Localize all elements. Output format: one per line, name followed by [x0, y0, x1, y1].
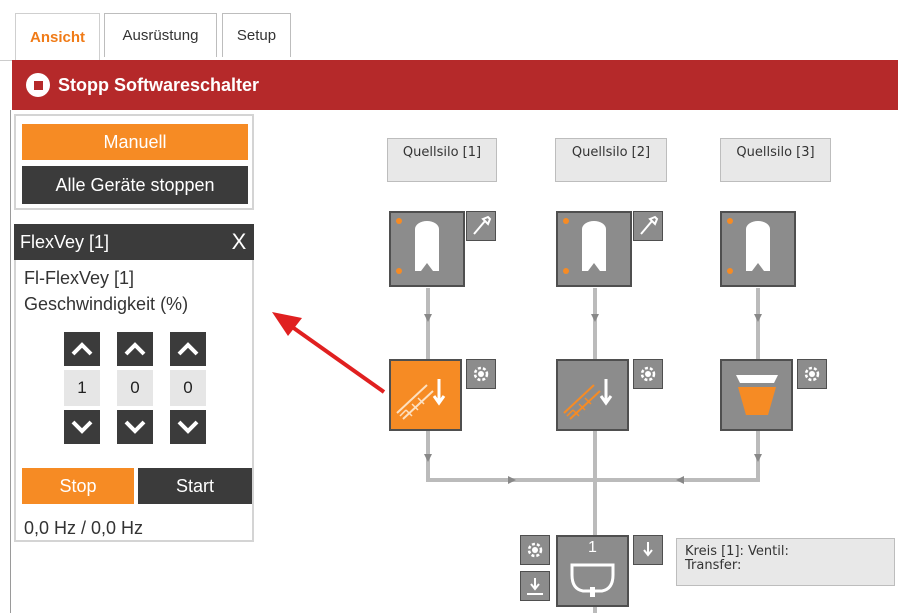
receiver-valve[interactable] — [633, 535, 663, 565]
silo-icon — [727, 218, 770, 274]
receiver-discharge[interactable] — [520, 571, 550, 601]
close-button[interactable]: X — [224, 224, 254, 260]
panel-title: FlexVey [1] — [20, 232, 110, 252]
down-arrow-icon — [643, 542, 653, 557]
chevron-up-icon — [71, 342, 93, 356]
receiver-1[interactable]: 1 — [556, 535, 629, 607]
silo-icon — [396, 218, 439, 274]
tab-ansicht[interactable]: Ansicht — [15, 13, 100, 60]
flexvey-2-settings[interactable] — [633, 359, 663, 389]
gear-icon — [473, 366, 489, 382]
pointer-arrow — [272, 312, 386, 394]
hopper-3[interactable] — [720, 359, 793, 431]
tab-setup[interactable]: Setup — [222, 13, 291, 57]
silo-label-1: Quellsilo [1] — [387, 138, 497, 182]
silo-label-3: Quellsilo [3] — [720, 138, 831, 182]
flexvey-conveyor-icon — [396, 379, 446, 420]
chevron-up-icon — [124, 342, 146, 356]
silo-3[interactable] — [720, 211, 796, 287]
silo-2-wrench[interactable] — [633, 211, 663, 241]
digit-3: 0 — [170, 370, 206, 406]
stop-button[interactable]: Stop — [22, 468, 134, 504]
digit2-down-button[interactable] — [117, 410, 153, 444]
wrench-icon — [640, 215, 659, 235]
circuit-info-line1: Kreis [1]: Ventil: — [685, 544, 789, 559]
speed-label: Geschwindigkeit (%) — [24, 294, 189, 314]
silo-2[interactable] — [556, 211, 632, 287]
gear-icon — [804, 366, 820, 382]
circuit-info: Kreis [1]: Ventil: Transfer: — [676, 538, 895, 586]
hopper-icon — [736, 375, 778, 415]
start-button[interactable]: Start — [138, 468, 252, 504]
manual-button[interactable]: Manuell — [22, 124, 248, 160]
flexvey-1-settings[interactable] — [466, 359, 496, 389]
silo-label-2: Quellsilo [2] — [555, 138, 667, 182]
tab-ausruestung[interactable]: Ausrüstung — [104, 13, 217, 57]
device-name: Fl-FlexVey [1] — [24, 268, 135, 288]
silo-1-wrench[interactable] — [466, 211, 496, 241]
gear-icon — [640, 366, 656, 382]
digit-1: 1 — [64, 370, 100, 406]
hopper-3-settings[interactable] — [797, 359, 827, 389]
status-title: Stopp Softwareschalter — [58, 74, 260, 95]
silo-icon — [563, 218, 606, 274]
status-bar: Stopp Softwareschalter — [12, 60, 898, 110]
silo-1[interactable] — [389, 211, 465, 287]
digit3-up-button[interactable] — [170, 332, 206, 366]
frequency-readout: 0,0 Hz / 0,0 Hz — [24, 518, 144, 538]
chevron-down-icon — [124, 420, 146, 434]
gear-icon — [527, 542, 543, 558]
device-panel: Fl-FlexVey [1] Geschwindigkeit (%) 1 0 0… — [14, 260, 254, 542]
down-arrow-icon — [527, 578, 543, 595]
left-border — [10, 110, 11, 613]
chevron-up-icon — [177, 342, 199, 356]
flexvey-conveyor-icon — [563, 379, 613, 420]
circuit-info-line2: Transfer: — [685, 558, 742, 573]
receiver-icon — [570, 563, 615, 597]
digit2-up-button[interactable] — [117, 332, 153, 366]
stop-icon[interactable] — [26, 73, 50, 97]
panel-header: FlexVey [1] X — [14, 224, 254, 260]
digit3-down-button[interactable] — [170, 410, 206, 444]
chevron-down-icon — [177, 420, 199, 434]
digit1-down-button[interactable] — [64, 410, 100, 444]
flexvey-2[interactable] — [556, 359, 629, 431]
wrench-icon — [473, 215, 492, 235]
flexvey-1[interactable] — [389, 359, 462, 431]
stop-all-button[interactable]: Alle Geräte stoppen — [22, 166, 248, 204]
chevron-down-icon — [71, 420, 93, 434]
digit1-up-button[interactable] — [64, 332, 100, 366]
receiver-settings[interactable] — [520, 535, 550, 565]
mode-box: Manuell Alle Geräte stoppen — [14, 114, 254, 210]
digit-2: 0 — [117, 370, 153, 406]
